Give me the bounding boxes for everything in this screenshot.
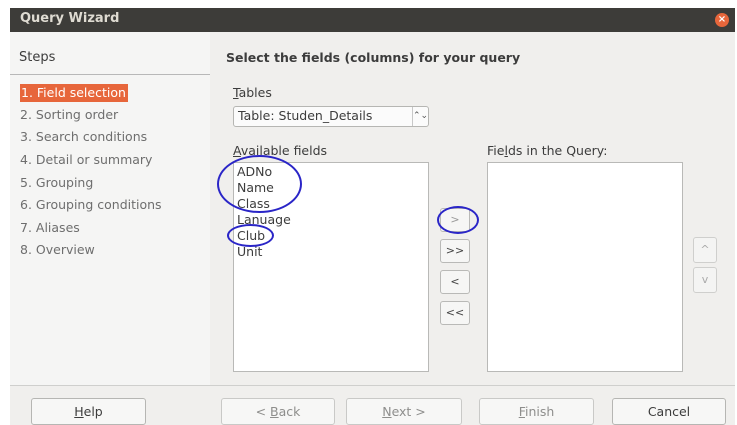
available-fields-label: Available fields [233,143,328,158]
step-grouping-conditions[interactable]: 6. Grouping conditions [20,196,162,214]
fields-in-query-label: Fields in the Query: [487,143,608,158]
steps-heading: Steps [19,50,56,65]
list-item[interactable]: Lanuage [237,212,291,228]
step-detail-or-summary[interactable]: 4. Detail or summary [20,151,152,169]
remove-all-fields-button[interactable]: << [440,301,470,325]
table-select[interactable]: Table: Studen_Details ⌃⌄ [233,106,429,127]
add-all-fields-button[interactable]: >> [440,239,470,263]
remove-field-button[interactable]: < [440,270,470,294]
main-panel: Select the fields (columns) for your que… [210,32,735,385]
move-down-button[interactable]: v [693,267,717,293]
step-overview[interactable]: 8. Overview [20,241,95,259]
step-field-selection[interactable]: 1. Field selection [20,84,128,102]
help-button[interactable]: Help [31,398,146,425]
step-search-conditions[interactable]: 3. Search conditions [20,128,147,146]
step-aliases[interactable]: 7. Aliases [20,219,80,237]
page-title: Select the fields (columns) for your que… [226,50,521,65]
list-item[interactable]: Name [237,180,274,196]
list-item[interactable]: ADNo [237,164,272,180]
table-select-value: Table: Studen_Details [238,108,373,123]
title-bar: Query Wizard × [10,8,735,32]
list-item[interactable]: Unit [237,244,262,260]
cancel-button[interactable]: Cancel [612,398,726,425]
divider [10,74,210,75]
fields-in-query-list[interactable] [487,162,683,372]
step-grouping[interactable]: 5. Grouping [20,174,93,192]
steps-sidebar: Steps 1. Field selection 2. Sorting orde… [10,32,210,385]
list-item[interactable]: Club [237,228,265,244]
button-bar: Help < Back Next > Finish Cancel [10,385,735,425]
next-button[interactable]: Next > [346,398,462,425]
available-fields-list[interactable]: ADNo Name Class Lanuage Club Unit [233,162,429,372]
add-field-button[interactable]: > [440,208,470,232]
finish-button[interactable]: Finish [479,398,594,425]
step-sorting-order[interactable]: 2. Sorting order [20,106,118,124]
tables-label: Tables [233,85,272,100]
move-up-button[interactable]: ^ [693,237,717,263]
chevron-updown-icon: ⌃⌄ [412,107,428,126]
window-title: Query Wizard [20,11,120,26]
close-icon[interactable]: × [715,13,729,27]
list-item[interactable]: Class [237,196,270,212]
back-button[interactable]: < Back [221,398,335,425]
